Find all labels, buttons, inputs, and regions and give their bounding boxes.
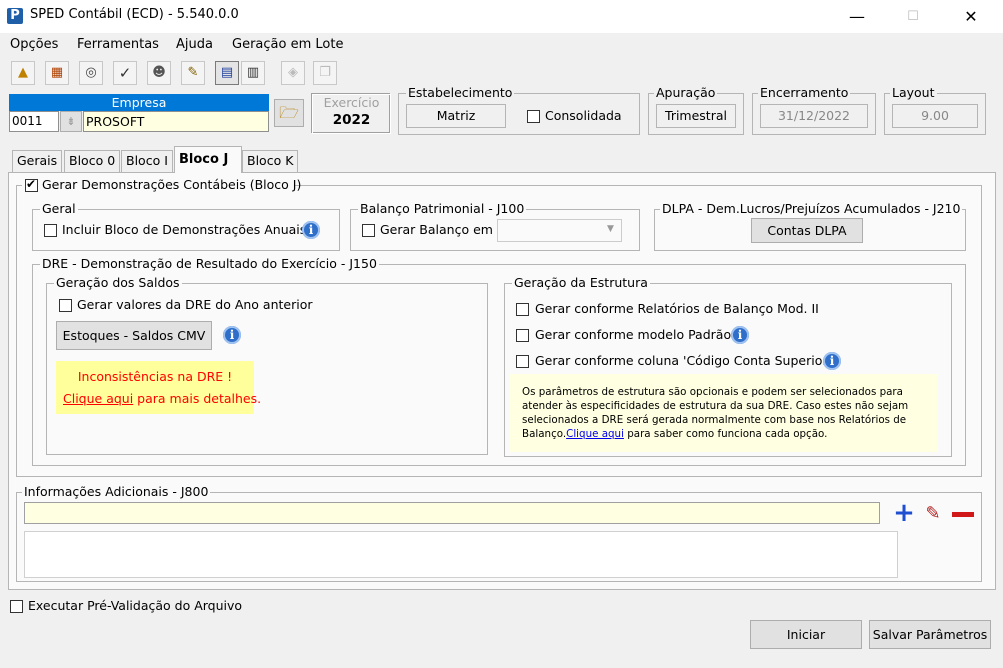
check-icon[interactable]: ✓	[113, 61, 137, 85]
note-link[interactable]: Clique aqui	[566, 428, 624, 440]
geral-label: Geral	[40, 201, 78, 216]
gerar-valores-dre-label: Gerar valores da DRE do Ano anterior	[77, 297, 313, 312]
consolidada-label: Consolidada	[545, 108, 622, 123]
estabelecimento-label: Estabelecimento	[406, 85, 515, 100]
gerar-valores-dre-checkbox[interactable]	[59, 299, 72, 312]
gerar-demonstracoes-checkbox[interactable]	[25, 177, 38, 192]
empresa-header: Empresa	[9, 94, 269, 111]
window-title: SPED Contábil (ECD) - 5.540.0.0	[30, 7, 239, 22]
gerar-demonstracoes-label: Gerar Demonstrações Contábeis (Bloco J)	[42, 177, 302, 192]
gerar-balanco-checkbox[interactable]	[362, 224, 375, 237]
warning-line: Clique aqui para mais detalhes.	[63, 391, 261, 406]
maximize-button[interactable]: ☐	[890, 0, 936, 33]
contas-dlpa-button[interactable]: Contas DLPA	[751, 218, 863, 243]
incluir-bloco-label: Incluir Bloco de Demonstrações Anuais	[62, 222, 307, 237]
document-icon[interactable]: ▤	[215, 61, 239, 85]
edit-icon[interactable]: ✎	[181, 61, 205, 85]
warning-title: Inconsistências na DRE !	[77, 369, 233, 384]
consolidada-checkbox[interactable]	[527, 110, 540, 123]
minimize-button[interactable]: —	[834, 0, 880, 33]
users-icon[interactable]: ☻	[147, 61, 171, 85]
layout-label: Layout	[890, 85, 937, 100]
menu-ajuda[interactable]: Ajuda	[176, 37, 213, 52]
copy-icon: ❐	[313, 61, 337, 85]
info-adicionais-label: Informações Adicionais - J800	[22, 484, 211, 499]
estrutura-opt1-checkbox[interactable]	[516, 303, 529, 316]
report-icon[interactable]: ▥	[241, 61, 265, 85]
estabelecimento-value: Matriz	[406, 104, 506, 128]
warning-text: para mais detalhes.	[133, 391, 262, 406]
info-adicionais-input[interactable]	[24, 502, 880, 524]
apuracao-value: Trimestral	[656, 104, 736, 128]
prevalidacao-checkbox[interactable]	[10, 600, 23, 613]
balanco-label: Balanço Patrimonial - J100	[358, 201, 527, 216]
estrutura-note: Os parâmetros de estrutura são opcionais…	[510, 374, 938, 452]
info-adicionais-list[interactable]	[24, 531, 898, 578]
prevalidacao-label: Executar Pré-Validação do Arquivo	[28, 598, 243, 613]
open-folder-icon[interactable]: 🗁	[274, 99, 304, 127]
tab-bloco-j[interactable]: Bloco J	[174, 146, 242, 173]
menu-geracao-lote[interactable]: Geração em Lote	[232, 37, 343, 52]
apuracao-label: Apuração	[654, 85, 718, 100]
estoques-button[interactable]: Estoques - Saldos CMV	[56, 321, 212, 350]
tab-bloco-0[interactable]: Bloco 0	[64, 150, 121, 172]
estrutura-opt2-checkbox[interactable]	[516, 329, 529, 342]
edit-pencil-icon[interactable]: ✎	[920, 501, 946, 527]
add-icon[interactable]: +	[891, 500, 917, 527]
empresa-name-field[interactable]: PROSOFT	[83, 111, 269, 132]
tab-gerais[interactable]: Gerais	[12, 150, 63, 172]
print-icon[interactable]: ▲	[11, 61, 35, 85]
empresa-lookup-button[interactable]: ⇟	[60, 111, 82, 132]
menu-ferramentas[interactable]: Ferramentas	[77, 37, 159, 52]
info-icon[interactable]: i	[223, 326, 241, 344]
saldos-label: Geração dos Saldos	[54, 275, 182, 290]
balanco-select[interactable]	[497, 219, 622, 242]
company-icon[interactable]: ▦	[45, 61, 69, 85]
estrutura-opt2-label: Gerar conforme modelo Padrão	[535, 327, 732, 342]
exercicio-label: Exercício	[323, 95, 380, 110]
info-icon[interactable]: i	[823, 352, 841, 370]
estrutura-opt3-checkbox[interactable]	[516, 355, 529, 368]
database-icon: ◈	[281, 61, 305, 85]
encerramento-label: Encerramento	[758, 85, 851, 100]
empresa-code-field[interactable]: 0011	[9, 111, 59, 132]
estrutura-label: Geração da Estrutura	[512, 275, 650, 290]
remove-icon[interactable]	[952, 512, 974, 517]
binoculars-icon[interactable]: ◎	[79, 61, 103, 85]
chevron-down-icon: ▼	[607, 224, 614, 234]
note-tail: para saber como funciona cada opção.	[623, 428, 828, 440]
warning-link[interactable]: Clique aqui	[63, 391, 133, 406]
dre-label: DRE - Demonstração de Resultado do Exerc…	[40, 256, 379, 271]
info-icon[interactable]: i	[302, 221, 320, 239]
layout-value: 9.00	[892, 104, 978, 128]
salvar-parametros-button[interactable]: Salvar Parâmetros	[869, 620, 991, 649]
incluir-bloco-checkbox[interactable]	[44, 224, 57, 237]
tab-bloco-k[interactable]: Bloco K	[242, 150, 299, 172]
info-icon[interactable]: i	[731, 326, 749, 344]
iniciar-button[interactable]: Iniciar	[750, 620, 862, 649]
estrutura-opt1-label: Gerar conforme Relatórios de Balanço Mod…	[535, 301, 819, 316]
menu-opcoes[interactable]: Opções	[10, 37, 58, 52]
tab-bloco-i[interactable]: Bloco I	[121, 150, 173, 172]
estrutura-opt3-label: Gerar conforme coluna 'Código Conta Supe…	[535, 353, 831, 368]
gerar-balanco-label: Gerar Balanço em	[380, 222, 493, 237]
exercicio-value: 2022	[332, 112, 371, 128]
app-logo-icon: P	[7, 8, 23, 24]
dlpa-label: DLPA - Dem.Lucros/Prejuízos Acumulados -…	[660, 201, 963, 216]
close-button[interactable]: ✕	[948, 0, 994, 33]
encerramento-value: 31/12/2022	[760, 104, 868, 128]
